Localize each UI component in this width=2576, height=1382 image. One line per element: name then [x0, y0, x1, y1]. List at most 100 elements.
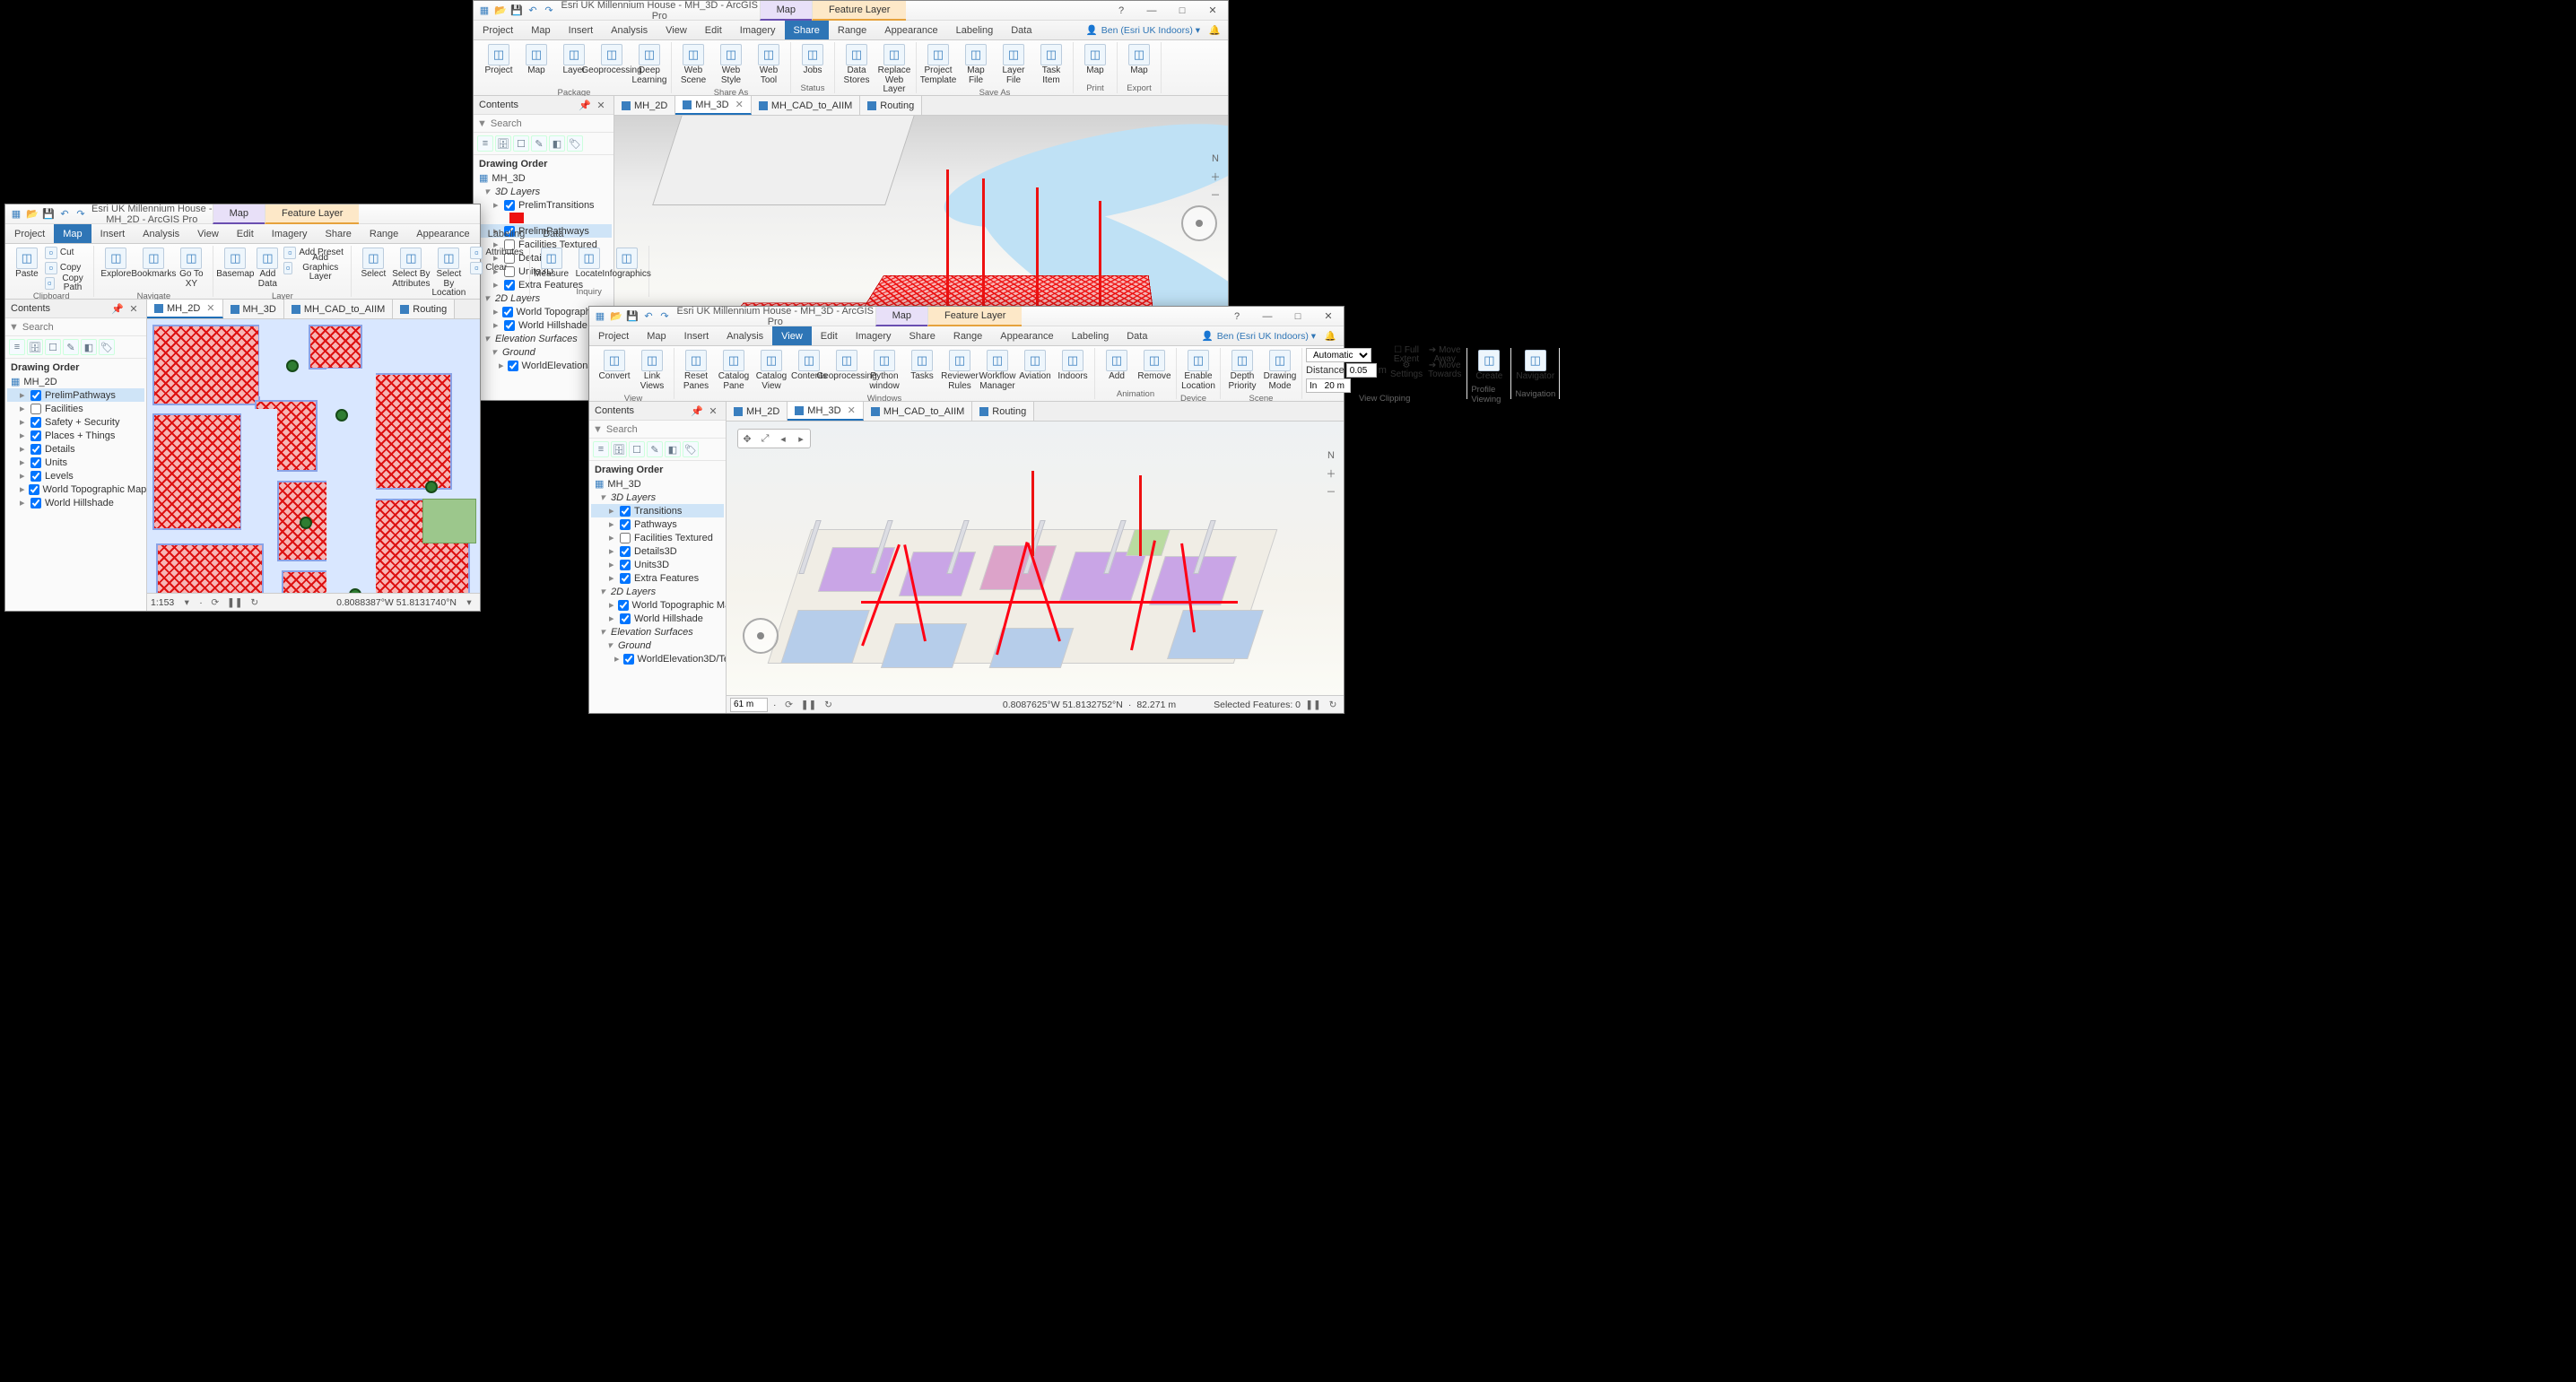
list-snap-icon[interactable]: ◧ [81, 339, 97, 355]
layer-row[interactable]: ▸Levels [7, 469, 144, 482]
navigator-wheel[interactable] [1181, 205, 1217, 241]
ribbon-btn-explore[interactable]: ◫Explore [98, 246, 134, 282]
doctab-mh_3d[interactable]: MH_3D✕ [675, 96, 752, 115]
layer-group[interactable]: ▾2D Layers [591, 585, 724, 598]
pin-icon[interactable]: 📌 [690, 404, 704, 418]
ribbon-btn-map[interactable]: ◫Map [1121, 42, 1157, 78]
ribbon-btn-measure[interactable]: ◫Measure [534, 246, 570, 282]
layer-visibility-checkbox[interactable] [30, 430, 41, 441]
ribbon-btn-replace-web-layer[interactable]: ◫Replace Web Layer [876, 42, 912, 97]
layer-row[interactable]: ▸Units [7, 456, 144, 469]
tab-labeling[interactable]: Labeling [479, 224, 535, 243]
altitude-input[interactable] [730, 698, 768, 712]
expand-icon[interactable]: ▾ [607, 639, 614, 651]
layer-visibility-checkbox[interactable] [620, 506, 631, 517]
tab-analysis[interactable]: Analysis [602, 21, 657, 39]
ribbon-btn-navigator[interactable]: ◫Navigator [1518, 348, 1553, 384]
tab-project[interactable]: Project [474, 21, 522, 39]
layer-row[interactable]: ▸PrelimPathways [7, 388, 144, 402]
close-icon[interactable]: ✕ [1197, 1, 1228, 21]
refresh-icon[interactable]: ↻ [248, 595, 262, 610]
north-arrow-icon[interactable]: N [1324, 448, 1338, 463]
tab-view[interactable]: View [772, 326, 812, 345]
layer-row[interactable]: ▸Pathways [591, 517, 724, 531]
clip-distance-input[interactable] [1346, 363, 1377, 378]
layer-visibility-checkbox[interactable] [29, 484, 39, 495]
filter-icon[interactable]: ▼ [477, 118, 487, 129]
tab-data[interactable]: Data [534, 224, 572, 243]
tab-labeling[interactable]: Labeling [1063, 326, 1118, 345]
list-source-icon[interactable]: 🗄 [611, 441, 627, 457]
close-pane-icon[interactable]: ✕ [594, 98, 608, 112]
expand-icon[interactable]: ▸ [609, 613, 616, 624]
close-tab-icon[interactable]: ✕ [848, 404, 856, 416]
layer-row[interactable]: ▸PrelimTransitions [475, 198, 612, 212]
list-drawing-order-icon[interactable]: ≡ [9, 339, 25, 355]
layer-group[interactable]: ▾3D Layers [591, 491, 724, 504]
ribbon-btn-web-scene[interactable]: ◫Web Scene [675, 42, 711, 87]
layer-visibility-checkbox[interactable] [620, 613, 631, 624]
tab-share[interactable]: Share [317, 224, 361, 243]
layer-visibility-checkbox[interactable] [30, 390, 41, 401]
list-source-icon[interactable]: 🗄 [27, 339, 43, 355]
list-label-icon[interactable]: 🏷 [567, 135, 583, 152]
layer-row[interactable]: ▸Transitions [591, 504, 724, 517]
layer-row[interactable]: ▸WorldElevation3D/Terrain3D [591, 652, 724, 665]
next-extent-icon[interactable]: ▸ [793, 430, 809, 447]
context-tab-feature-layer[interactable]: Feature Layer [812, 1, 906, 21]
ribbon-btn-select-by-attributes[interactable]: ◫Select By Attributes [393, 246, 429, 291]
layer-row[interactable]: ▸Extra Features [591, 571, 724, 585]
expand-icon[interactable]: ▸ [20, 430, 27, 441]
ribbon-btn-catalog-pane[interactable]: ◫Catalog Pane [716, 348, 752, 393]
pin-icon[interactable]: 📌 [110, 301, 125, 316]
zoom-full-icon[interactable]: ⤢ [757, 430, 773, 447]
undo-icon[interactable]: ↶ [57, 207, 72, 222]
ribbon-btn-cut[interactable]: ▫Cut [43, 246, 90, 260]
ribbon-btn-bookmarks[interactable]: ◫Bookmarks [135, 246, 171, 282]
expand-icon[interactable]: ▸ [493, 199, 500, 211]
undo-icon[interactable]: ↶ [641, 309, 656, 324]
expand-icon[interactable]: ▸ [20, 497, 27, 508]
notification-icon[interactable]: 🔔 [1209, 24, 1221, 36]
layer-visibility-checkbox[interactable] [618, 600, 629, 611]
doctab-mh_cad_to_aiim[interactable]: MH_CAD_to_AIIM [752, 96, 860, 115]
ribbon-btn-select[interactable]: ◫Select [355, 246, 391, 282]
expand-icon[interactable]: ▸ [609, 532, 616, 543]
list-label-icon[interactable]: 🏷 [683, 441, 699, 457]
list-edit-icon[interactable]: ✎ [531, 135, 547, 152]
clip-in-input[interactable] [1306, 378, 1351, 393]
ribbon-btn-indoors[interactable]: ◫Indoors [1055, 348, 1091, 384]
save-icon[interactable]: 💾 [41, 207, 56, 222]
layer-row[interactable]: ▸Facilities Textured [591, 531, 724, 544]
layer-visibility-checkbox[interactable] [620, 573, 631, 584]
list-selection-icon[interactable]: ☐ [45, 339, 61, 355]
context-tab-map[interactable]: Map [213, 204, 265, 224]
tab-data[interactable]: Data [1002, 21, 1040, 39]
tab-analysis[interactable]: Analysis [718, 326, 772, 345]
list-drawing-order-icon[interactable]: ≡ [593, 441, 609, 457]
layer-visibility-checkbox[interactable] [504, 320, 515, 331]
ribbon-btn-add-graphics-layer[interactable]: ▫Add Graphics Layer [282, 261, 347, 275]
tab-share[interactable]: Share [785, 21, 829, 39]
list-drawing-order-icon[interactable]: ≡ [477, 135, 493, 152]
signin-link[interactable]: 👤 Ben (Esri UK Indoors) ▾ 🔔 [1079, 21, 1228, 39]
selection-refresh-icon[interactable]: ↻ [1326, 698, 1340, 712]
ribbon-btn-python-window[interactable]: ◫Python window [866, 348, 902, 393]
layer-row[interactable]: ▸World Topographic Map [591, 598, 724, 612]
pause-icon[interactable]: ❚❚ [802, 698, 816, 712]
tab-view[interactable]: View [657, 21, 696, 39]
tab-range[interactable]: Range [944, 326, 991, 345]
tab-data[interactable]: Data [1118, 326, 1156, 345]
layer-group[interactable]: ▾3D Layers [475, 185, 612, 198]
expand-icon[interactable]: ▸ [499, 360, 504, 371]
expand-icon[interactable]: ▸ [20, 483, 25, 495]
expand-icon[interactable]: ▸ [609, 559, 616, 570]
list-snap-icon[interactable]: ◧ [665, 441, 681, 457]
ribbon-btn-catalog-view[interactable]: ◫Catalog View [753, 348, 789, 393]
list-source-icon[interactable]: 🗄 [495, 135, 511, 152]
layer-visibility-checkbox[interactable] [30, 498, 41, 508]
pin-icon[interactable]: 📌 [578, 98, 592, 112]
ribbon-btn-data-stores[interactable]: ◫Data Stores [839, 42, 875, 87]
maximize-icon[interactable]: □ [1283, 307, 1313, 326]
doctab-routing[interactable]: Routing [860, 96, 922, 115]
